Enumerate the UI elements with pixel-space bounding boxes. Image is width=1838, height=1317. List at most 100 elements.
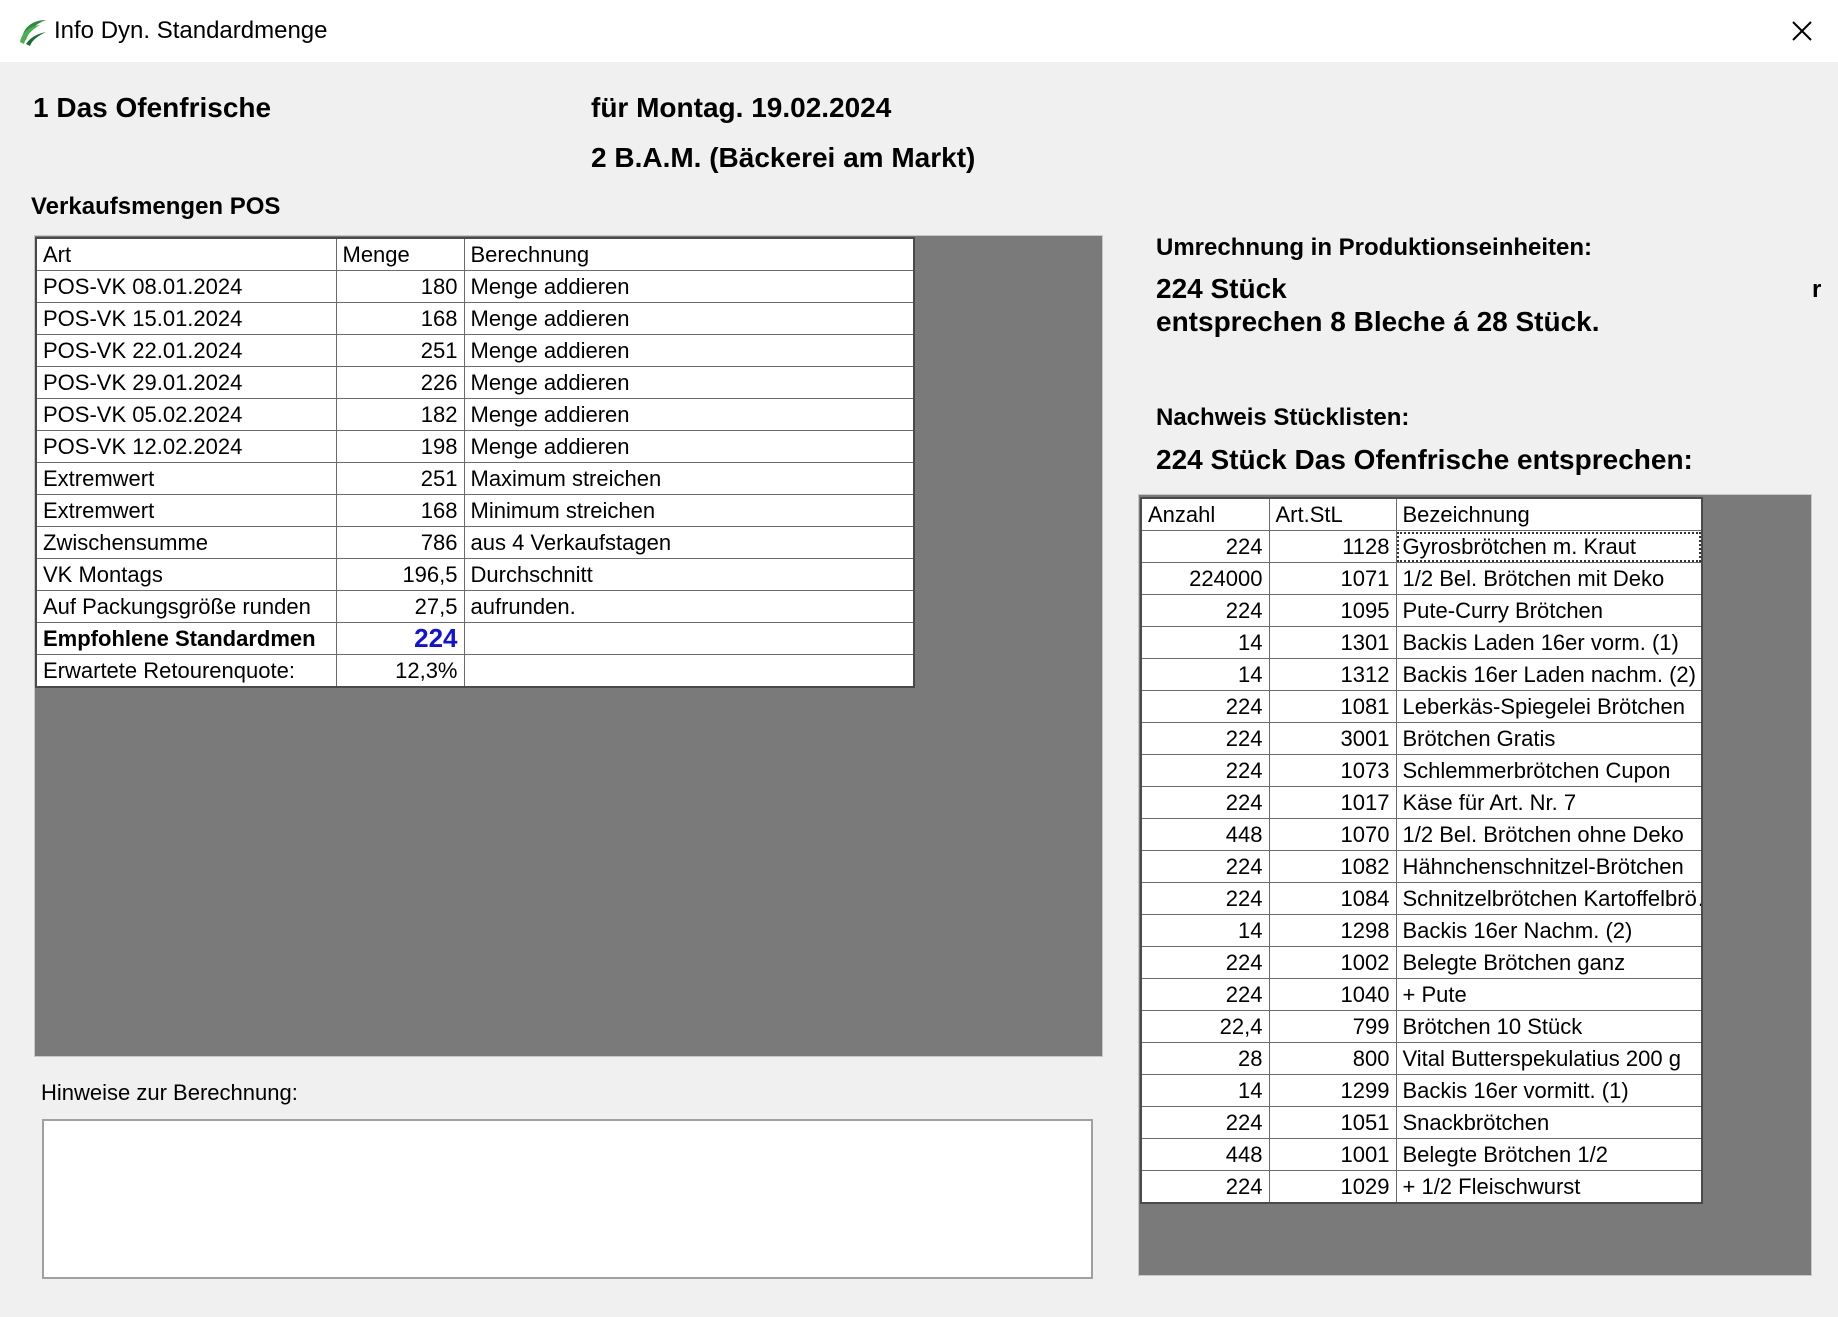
cell-art: POS-VK 22.01.2024 bbox=[35, 334, 337, 367]
cell-bezeichnung: + 1/2 Fleischwurst bbox=[1395, 1170, 1703, 1204]
cell-artstl: 1081 bbox=[1268, 690, 1397, 723]
cell-art: POS-VK 05.02.2024 bbox=[35, 398, 337, 431]
table-row[interactable]: 14 1298 Backis 16er Nachm. (2) bbox=[1140, 914, 1703, 947]
table-row[interactable]: POS-VK 08.01.2024 180 Menge addieren bbox=[35, 270, 915, 303]
cell-artstl: 1017 bbox=[1268, 786, 1397, 819]
table-row[interactable]: POS-VK 05.02.2024 182 Menge addieren bbox=[35, 398, 915, 431]
cell-artstl: 1001 bbox=[1268, 1138, 1397, 1171]
cell-bezeichnung: Belegte Brötchen 1/2 bbox=[1395, 1138, 1703, 1171]
cell-anzahl: 14 bbox=[1140, 1074, 1270, 1107]
recommended-row[interactable]: Empfohlene Standardmen 224 bbox=[35, 622, 915, 655]
table-row[interactable]: 224 1040 + Pute bbox=[1140, 978, 1703, 1011]
cell-anzahl: 224 bbox=[1140, 690, 1270, 723]
cell-berechnung bbox=[463, 622, 915, 655]
cell-artstl: 1095 bbox=[1268, 594, 1397, 627]
cell-menge: 786 bbox=[335, 526, 465, 559]
column-header-menge[interactable]: Menge bbox=[335, 237, 465, 271]
cell-artstl: 1002 bbox=[1268, 946, 1397, 979]
table-row[interactable]: Erwartete Retourenquote: 12,3% bbox=[35, 654, 915, 688]
table-row[interactable]: 224 1095 Pute-Curry Brötchen bbox=[1140, 594, 1703, 627]
table-row[interactable]: 448 1070 1/2 Bel. Brötchen ohne Deko bbox=[1140, 818, 1703, 851]
cell-bezeichnung: Vital Butterspekulatius 200 g bbox=[1395, 1042, 1703, 1075]
cell-artstl: 1070 bbox=[1268, 818, 1397, 851]
cell-anzahl: 224 bbox=[1140, 882, 1270, 915]
cell-art: POS-VK 29.01.2024 bbox=[35, 366, 337, 399]
table-row[interactable]: 224 1073 Schlemmerbrötchen Cupon bbox=[1140, 754, 1703, 787]
notes-textarea[interactable] bbox=[42, 1119, 1093, 1279]
table-row[interactable]: 14 1299 Backis 16er vormitt. (1) bbox=[1140, 1074, 1703, 1107]
cell-anzahl: 224 bbox=[1140, 530, 1270, 563]
cell-anzahl: 14 bbox=[1140, 658, 1270, 691]
cell-anzahl: 224 bbox=[1140, 1170, 1270, 1204]
cell-menge: 198 bbox=[335, 430, 465, 463]
cell-anzahl: 224 bbox=[1140, 594, 1270, 627]
cell-menge: 251 bbox=[335, 462, 465, 495]
cell-anzahl: 22,4 bbox=[1140, 1010, 1270, 1043]
close-icon bbox=[1792, 21, 1812, 41]
cell-anzahl: 448 bbox=[1140, 818, 1270, 851]
pos-sales-table[interactable]: Art Menge Berechnung POS-VK 08.01.2024 18… bbox=[35, 237, 915, 688]
table-row[interactable]: 224 1029 + 1/2 Fleischwurst bbox=[1140, 1170, 1703, 1204]
column-header-artstl[interactable]: Art.StL bbox=[1268, 497, 1397, 531]
table-row[interactable]: 224 3001 Brötchen Gratis bbox=[1140, 722, 1703, 755]
column-header-berechnung[interactable]: Berechnung bbox=[463, 237, 915, 271]
table-row[interactable]: Zwischensumme 786 aus 4 Verkaufstagen bbox=[35, 526, 915, 559]
notes-label: Hinweise zur Berechnung: bbox=[41, 1080, 298, 1105]
cell-art: POS-VK 12.02.2024 bbox=[35, 430, 337, 463]
table-row[interactable]: Auf Packungsgröße runden 27,5 aufrunden. bbox=[35, 590, 915, 623]
table-row[interactable]: VK Montags 196,5 Durchschnitt bbox=[35, 558, 915, 591]
cell-menge: 180 bbox=[335, 270, 465, 303]
cell-berechnung: Minimum streichen bbox=[463, 494, 915, 527]
umrechnung-line2: entsprechen 8 Bleche á 28 Stück. bbox=[1156, 306, 1600, 337]
cell-artstl: 1082 bbox=[1268, 850, 1397, 883]
cell-artstl: 800 bbox=[1268, 1042, 1397, 1075]
table-row[interactable]: POS-VK 12.02.2024 198 Menge addieren bbox=[35, 430, 915, 463]
table-row[interactable]: 448 1001 Belegte Brötchen 1/2 bbox=[1140, 1138, 1703, 1171]
cell-anzahl: 14 bbox=[1140, 626, 1270, 659]
table-row[interactable]: POS-VK 15.01.2024 168 Menge addieren bbox=[35, 302, 915, 335]
title-bar: Info Dyn. Standardmenge bbox=[0, 0, 1838, 62]
column-header-bezeichnung[interactable]: Bezeichnung bbox=[1395, 497, 1703, 531]
table-row[interactable]: Extremwert 168 Minimum streichen bbox=[35, 494, 915, 527]
cell-berechnung: Menge addieren bbox=[463, 270, 915, 303]
store-name: 1 Das Ofenfrische bbox=[33, 92, 272, 123]
cell-art: POS-VK 08.01.2024 bbox=[35, 270, 337, 303]
table-row[interactable]: 28 800 Vital Butterspekulatius 200 g bbox=[1140, 1042, 1703, 1075]
table-row[interactable]: 224 1082 Hähnchenschnitzel-Brötchen bbox=[1140, 850, 1703, 883]
table-row[interactable]: 224 1128 Gyrosbrötchen m. Kraut bbox=[1140, 530, 1703, 563]
cell-bezeichnung: Brötchen Gratis bbox=[1395, 722, 1703, 755]
column-header-art[interactable]: Art bbox=[35, 237, 337, 271]
clipped-text-fragment: r bbox=[1812, 276, 1822, 303]
cell-anzahl: 224 bbox=[1140, 754, 1270, 787]
table-row[interactable]: 224 1017 Käse für Art. Nr. 7 bbox=[1140, 786, 1703, 819]
table-row[interactable]: 14 1301 Backis Laden 16er vorm. (1) bbox=[1140, 626, 1703, 659]
table-row[interactable]: 224 1002 Belegte Brötchen ganz bbox=[1140, 946, 1703, 979]
window-title: Info Dyn. Standardmenge bbox=[54, 17, 328, 44]
cell-berechnung: Menge addieren bbox=[463, 302, 915, 335]
cell-bezeichnung: Brötchen 10 Stück bbox=[1395, 1010, 1703, 1043]
cell-bezeichnung-focused[interactable]: Gyrosbrötchen m. Kraut bbox=[1395, 530, 1703, 563]
table-row[interactable]: 224 1081 Leberkäs-Spiegelei Brötchen bbox=[1140, 690, 1703, 723]
cell-artstl: 3001 bbox=[1268, 722, 1397, 755]
table-row[interactable]: 224 1051 Snackbrötchen bbox=[1140, 1106, 1703, 1139]
table-row[interactable]: 14 1312 Backis 16er Laden nachm. (2) bbox=[1140, 658, 1703, 691]
cell-bezeichnung: Käse für Art. Nr. 7 bbox=[1395, 786, 1703, 819]
table-row[interactable]: Extremwert 251 Maximum streichen bbox=[35, 462, 915, 495]
close-button[interactable] bbox=[1766, 0, 1838, 62]
cell-berechnung: Menge addieren bbox=[463, 398, 915, 431]
cell-berechnung bbox=[463, 654, 915, 688]
cell-artstl: 799 bbox=[1268, 1010, 1397, 1043]
table-row[interactable]: 224000 1071 1/2 Bel. Brötchen mit Deko bbox=[1140, 562, 1703, 595]
table-row[interactable]: POS-VK 29.01.2024 226 Menge addieren bbox=[35, 366, 915, 399]
cell-berechnung: Maximum streichen bbox=[463, 462, 915, 495]
table-row[interactable]: 22,4 799 Brötchen 10 Stück bbox=[1140, 1010, 1703, 1043]
app-logo-icon bbox=[20, 20, 46, 46]
cell-artstl: 1040 bbox=[1268, 978, 1397, 1011]
recommended-value: 224 bbox=[335, 622, 465, 655]
column-header-anzahl[interactable]: Anzahl bbox=[1140, 497, 1270, 531]
cell-anzahl: 224 bbox=[1140, 850, 1270, 883]
umrechnung-line1: 224 Stück bbox=[1156, 273, 1287, 304]
bom-table[interactable]: Anzahl Art.StL Bezeichnung 224 1128 Gyrosb… bbox=[1140, 497, 1703, 1204]
table-row[interactable]: POS-VK 22.01.2024 251 Menge addieren bbox=[35, 334, 915, 367]
table-row[interactable]: 224 1084 Schnitzelbrötchen Kartoffelbrö… bbox=[1140, 882, 1703, 915]
